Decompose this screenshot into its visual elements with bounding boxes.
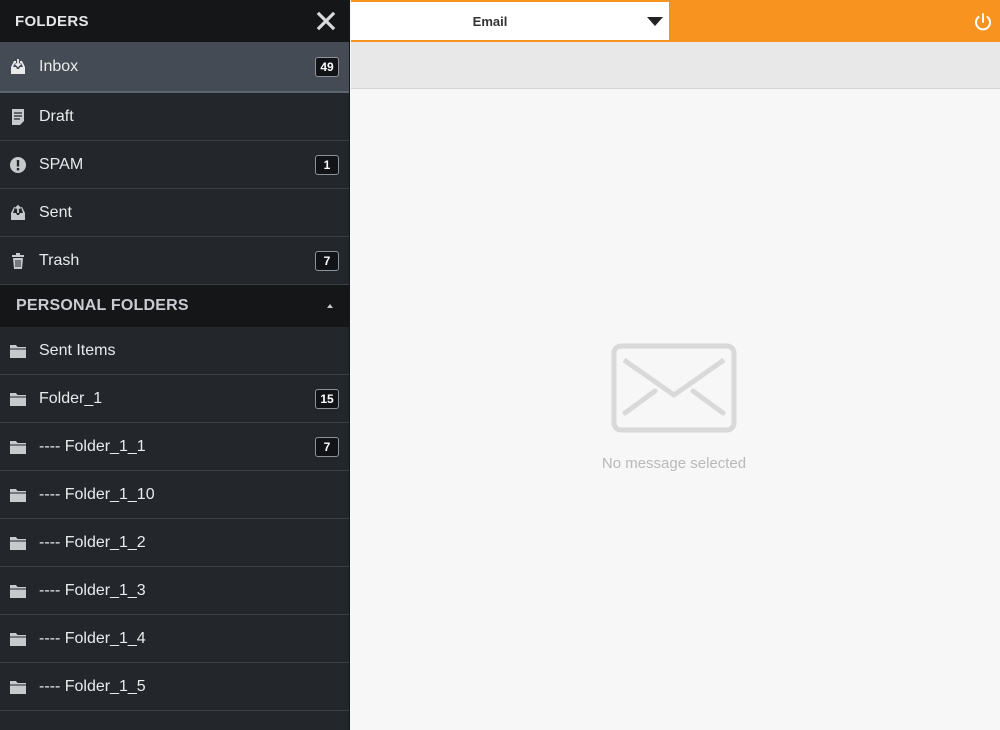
folder-inbox[interactable]: Inbox 49 xyxy=(0,42,349,93)
account-select[interactable]: Email xyxy=(351,2,669,40)
envelope-icon xyxy=(611,343,737,433)
sidebar-header: FOLDERS xyxy=(0,0,349,42)
folder-label: Sent xyxy=(39,203,72,221)
folder-folder-1-1[interactable]: ---- Folder_1_1 7 xyxy=(0,423,349,471)
folder-icon xyxy=(9,342,27,360)
message-toolbar xyxy=(351,42,1000,89)
folder-label: Folder_1 xyxy=(39,389,103,407)
folder-label: Trash xyxy=(39,251,80,269)
folder-label: ---- Folder_1_10 xyxy=(39,485,155,503)
no-message-text: No message selected xyxy=(601,455,747,472)
folder-label: ---- Folder_1_5 xyxy=(39,677,146,695)
folder-folder-1-2[interactable]: ---- Folder_1_2 xyxy=(0,519,349,567)
unread-count-badge: 7 xyxy=(315,250,339,271)
close-icon xyxy=(316,11,336,31)
top-bar: Email xyxy=(351,0,1000,42)
folder-folder-1-10[interactable]: ---- Folder_1_10 xyxy=(0,471,349,519)
folder-label: Inbox xyxy=(39,57,79,75)
folder-icon xyxy=(9,582,27,600)
personal-folders-title: PERSONAL FOLDERS xyxy=(16,297,189,314)
logout-button[interactable] xyxy=(972,11,994,33)
unread-count-badge: 1 xyxy=(315,154,339,175)
dropdown-arrow-icon xyxy=(647,17,663,26)
draft-icon xyxy=(9,108,27,126)
folder-trash[interactable]: Trash 7 xyxy=(0,237,349,285)
folder-icon xyxy=(9,486,27,504)
folder-spam[interactable]: SPAM 1 xyxy=(0,141,349,189)
folder-draft[interactable]: Draft xyxy=(0,93,349,141)
folder-label: ---- Folder_1_4 xyxy=(39,629,146,647)
unread-count-badge: 15 xyxy=(315,388,339,409)
folder-label: ---- Folder_1_2 xyxy=(39,533,146,551)
collapse-caret-icon xyxy=(327,304,333,308)
folder-label: Sent Items xyxy=(39,341,116,359)
folder-folder-1-3[interactable]: ---- Folder_1_3 xyxy=(0,567,349,615)
trash-icon xyxy=(9,252,27,270)
folder-icon xyxy=(9,678,27,696)
folder-sent-items[interactable]: Sent Items xyxy=(0,327,349,375)
folder-icon xyxy=(9,438,27,456)
folder-folder-1-5[interactable]: ---- Folder_1_5 xyxy=(0,663,349,711)
empty-message-pane: No message selected xyxy=(351,89,1000,730)
inbox-icon xyxy=(9,58,27,76)
system-folder-list: Inbox 49 Draft SPAM 1 Sent Trash 7 xyxy=(0,42,349,285)
folder-folder-1-4[interactable]: ---- Folder_1_4 xyxy=(0,615,349,663)
folder-icon xyxy=(9,390,27,408)
close-sidebar-button[interactable] xyxy=(314,9,338,33)
personal-folders-header[interactable]: PERSONAL FOLDERS xyxy=(0,285,349,327)
folder-label: ---- Folder_1_1 xyxy=(39,437,146,455)
folders-sidebar: FOLDERS Inbox 49 Draft SPAM 1 Sent Trash… xyxy=(0,0,350,730)
folder-label: ---- Folder_1_3 xyxy=(39,581,146,599)
account-select-value: Email xyxy=(472,13,508,29)
folder-label: SPAM xyxy=(39,155,84,173)
folder-sent[interactable]: Sent xyxy=(0,189,349,237)
power-icon xyxy=(975,13,991,31)
unread-count-badge: 7 xyxy=(315,436,339,457)
folder-icon xyxy=(9,534,27,552)
folder-icon xyxy=(9,630,27,648)
folder-folder-1[interactable]: Folder_1 15 xyxy=(0,375,349,423)
folder-label: Draft xyxy=(39,107,74,125)
sent-icon xyxy=(9,204,27,222)
sidebar-title: FOLDERS xyxy=(15,12,89,30)
spam-icon xyxy=(9,156,27,174)
unread-count-badge: 49 xyxy=(315,56,339,77)
personal-folder-list: Sent Items Folder_1 15 ---- Folder_1_1 7… xyxy=(0,327,349,711)
